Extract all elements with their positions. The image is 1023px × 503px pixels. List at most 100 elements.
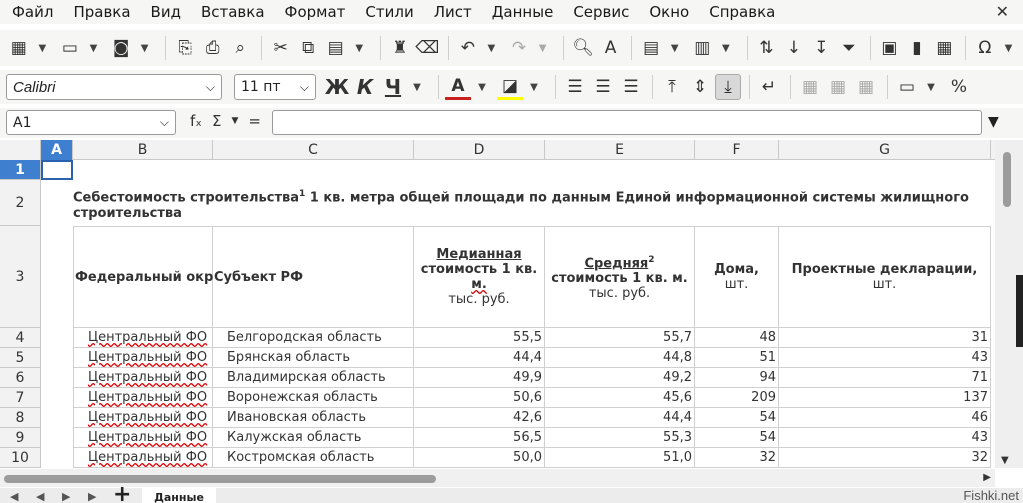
column-header-g[interactable]: G [779, 140, 991, 160]
houses-cell[interactable]: 48 [695, 328, 779, 348]
header-declarations[interactable]: Проектные декларации, шт. [779, 226, 991, 328]
highlight-dropdown-icon[interactable]: ▼ [525, 74, 543, 100]
district-cell[interactable]: Центральный ФО [73, 428, 213, 448]
column-header-e[interactable]: E [545, 140, 695, 160]
find-replace-icon[interactable]: 🔍︎ [570, 35, 596, 61]
function-wizard-button[interactable]: fₓ [190, 112, 202, 130]
row-icon[interactable]: ▤ [638, 35, 664, 61]
print-preview-icon[interactable]: ⌕ [227, 35, 253, 61]
first-sheet-icon[interactable]: ◀ [10, 490, 18, 503]
declarations-cell[interactable]: 71 [779, 368, 991, 388]
menu-insert[interactable]: Вставка [191, 3, 275, 21]
unmerge-cells-icon[interactable]: ▦ [853, 74, 879, 100]
percent-format-button[interactable]: % [946, 74, 972, 100]
region-cell[interactable]: Воронежская область [213, 388, 414, 408]
district-cell[interactable]: Центральный ФО [73, 368, 213, 388]
align-top-icon[interactable]: ⤒ [659, 74, 685, 100]
median-cell[interactable]: 50,0 [414, 448, 545, 468]
sum-dropdown-icon[interactable]: ▼ [231, 116, 238, 126]
spelling-icon[interactable]: A [598, 35, 624, 61]
insert-chart-icon[interactable]: ▮ [904, 35, 930, 61]
median-cell[interactable]: 50,6 [414, 388, 545, 408]
sort-ascending-icon[interactable]: ↓ [781, 35, 807, 61]
menu-help[interactable]: Справка [699, 3, 785, 21]
median-cell[interactable]: 56,5 [414, 428, 545, 448]
print-icon[interactable]: ⎙ [200, 35, 226, 61]
district-cell[interactable]: Центральный ФО [73, 348, 213, 368]
column-header-d[interactable]: D [414, 140, 545, 160]
header-houses[interactable]: Дома, шт. [695, 226, 779, 328]
open-icon[interactable]: ▭ [57, 35, 83, 61]
currency-dropdown-icon[interactable]: ▼ [922, 74, 940, 100]
region-cell[interactable]: Костромская область [213, 448, 414, 468]
new-dropdown-icon[interactable]: ▼ [34, 35, 52, 61]
underline-dropdown-icon[interactable]: ▼ [408, 74, 426, 100]
add-sheet-icon[interactable]: + [113, 482, 131, 503]
formula-button[interactable]: = [248, 112, 261, 130]
formula-input[interactable] [272, 110, 982, 135]
horizontal-scrollbar[interactable]: ▶ [0, 469, 995, 487]
new-icon[interactable]: ▦ [6, 35, 32, 61]
declarations-cell[interactable]: 137 [779, 388, 991, 408]
highlight-color-icon[interactable]: ◪ [497, 74, 523, 100]
region-cell[interactable]: Брянская область [213, 348, 414, 368]
font-size-select[interactable]: 11 пт ⌵ [234, 74, 316, 100]
cut-icon[interactable]: ✂ [268, 35, 294, 61]
sort-descending-icon[interactable]: ↧ [809, 35, 835, 61]
merge-center-icon[interactable]: ▦ [825, 74, 851, 100]
row-header-1[interactable]: 1 [0, 160, 41, 180]
median-cell[interactable]: 55,5 [414, 328, 545, 348]
autofilter-icon[interactable]: ⏷ [836, 35, 862, 61]
underline-button[interactable]: Ч [380, 74, 406, 100]
export-pdf-icon[interactable]: ⎘ [172, 35, 198, 61]
declarations-cell[interactable]: 32 [779, 448, 991, 468]
selected-cell-a1[interactable] [41, 160, 73, 180]
paste-icon[interactable]: ▤ [323, 35, 349, 61]
declarations-cell[interactable]: 43 [779, 348, 991, 368]
region-cell[interactable]: Владимирская область [213, 368, 414, 388]
sort-icon[interactable]: ⇅ [754, 35, 780, 61]
houses-cell[interactable]: 54 [695, 408, 779, 428]
column-header-c[interactable]: C [213, 140, 414, 160]
save-dropdown-icon[interactable]: ▼ [136, 35, 154, 61]
column-dropdown-icon[interactable]: ▼ [717, 35, 735, 61]
italic-button[interactable]: К [352, 74, 378, 100]
median-cell[interactable]: 42,6 [414, 408, 545, 428]
select-all-corner[interactable] [0, 140, 41, 160]
row-header-6[interactable]: 6 [0, 368, 41, 388]
menu-data[interactable]: Данные [482, 3, 564, 21]
header-subject[interactable]: Субъект РФ [213, 226, 414, 328]
row-header-2[interactable]: 2 [0, 180, 41, 226]
next-sheet-icon[interactable]: ▶ [62, 490, 70, 503]
column-header-b[interactable]: B [73, 140, 213, 160]
scroll-down-icon[interactable]: ▼ [1001, 455, 1009, 466]
sheet-tab-data[interactable]: Данные [142, 488, 216, 503]
spreadsheet-grid[interactable]: Себестоимость строительства1 1 кв. метра… [41, 160, 991, 468]
menu-edit[interactable]: Правка [63, 3, 140, 21]
region-cell[interactable]: Калужская область [213, 428, 414, 448]
redo-dropdown-icon[interactable]: ▼ [534, 35, 552, 61]
menu-format[interactable]: Формат [275, 3, 356, 21]
menu-sheet[interactable]: Лист [424, 3, 482, 21]
merge-cells-icon[interactable]: ▦ [797, 74, 823, 100]
previous-sheet-icon[interactable]: ◀ [36, 490, 44, 503]
bold-button[interactable]: Ж [324, 74, 350, 100]
median-cell[interactable]: 44,4 [414, 348, 545, 368]
region-cell[interactable]: Белгородская область [213, 328, 414, 348]
column-icon[interactable]: ▥ [690, 35, 716, 61]
redo-icon[interactable]: ↷ [506, 35, 532, 61]
sheet-title[interactable]: Себестоимость строительства1 1 кв. метра… [73, 186, 991, 222]
average-cell[interactable]: 49,2 [545, 368, 695, 388]
menu-window[interactable]: Окно [639, 3, 699, 21]
insert-image-icon[interactable]: ▣ [877, 35, 903, 61]
houses-cell[interactable]: 32 [695, 448, 779, 468]
header-median-cost[interactable]: Медианная стоимость 1 кв. м. тыс. руб. [414, 226, 545, 328]
row-header-10[interactable]: 10 [0, 448, 41, 468]
align-middle-icon[interactable]: ⇕ [687, 74, 713, 100]
average-cell[interactable]: 44,4 [545, 408, 695, 428]
houses-cell[interactable]: 94 [695, 368, 779, 388]
region-cell[interactable]: Ивановская область [213, 408, 414, 428]
header-average-cost[interactable]: Средняя2 стоимость 1 кв. м. тыс. руб. [545, 226, 695, 328]
district-cell[interactable]: Центральный ФО [73, 448, 213, 468]
average-cell[interactable]: 45,6 [545, 388, 695, 408]
